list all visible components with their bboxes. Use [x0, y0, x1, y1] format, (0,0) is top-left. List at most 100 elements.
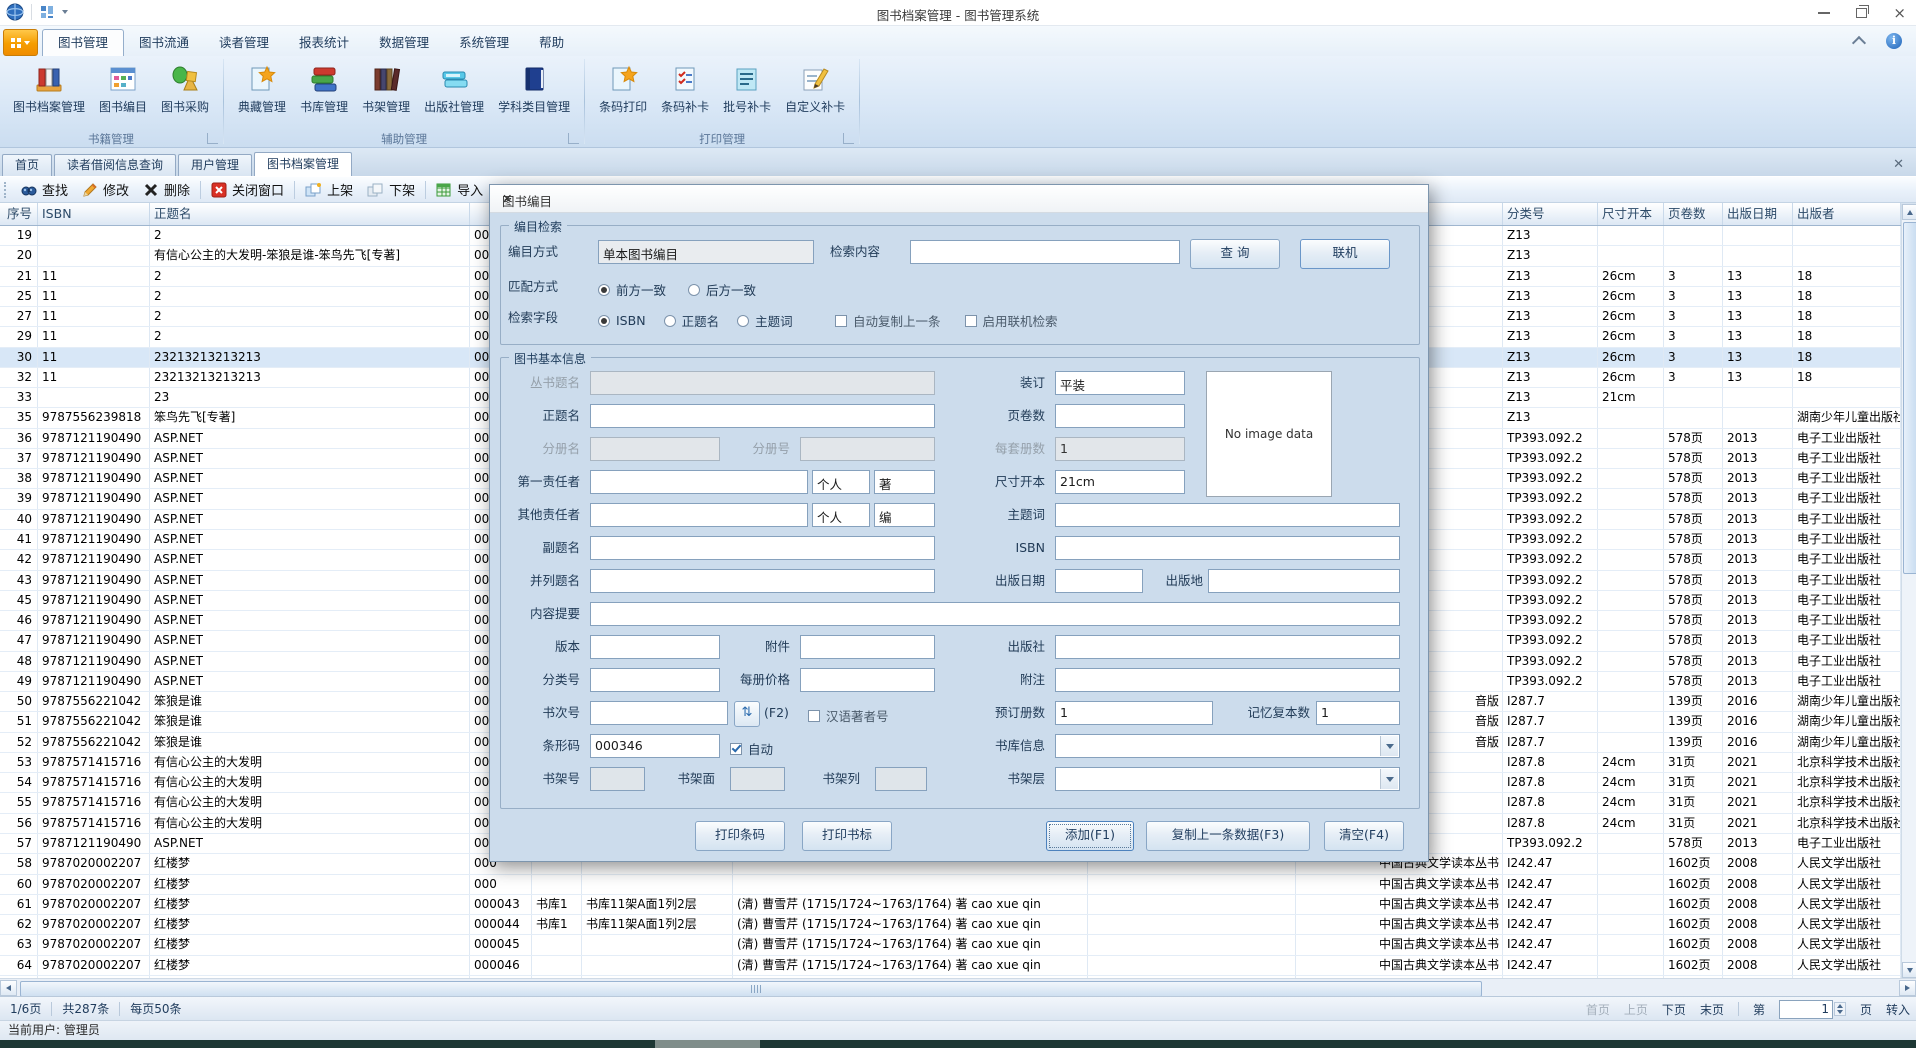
header-cell[interactable]: 尺寸开本 — [1598, 203, 1664, 225]
ribbon-item-subject-category[interactable]: 学科类目管理 — [491, 60, 577, 118]
scroll-up-arrow[interactable] — [1902, 204, 1916, 220]
copy-last-button[interactable]: 复制上一条数据(F3) — [1146, 821, 1310, 851]
checkbox-online-search[interactable] — [964, 314, 977, 327]
header-cell[interactable]: 正题名 — [150, 203, 470, 225]
book-no-input[interactable] — [590, 701, 728, 725]
close-window-button[interactable]: 关闭窗口 — [204, 178, 291, 201]
close-tab-icon[interactable]: ✕ — [1893, 158, 1904, 171]
dropdown-button[interactable] — [1380, 769, 1398, 789]
dropdown-button[interactable] — [1380, 736, 1398, 756]
next-page-button[interactable]: 下页 — [1662, 1001, 1686, 1018]
dialog-launcher-icon[interactable] — [843, 133, 855, 144]
shelf-down-button[interactable]: 下架 — [360, 178, 422, 201]
header-cell[interactable]: ISBN — [38, 203, 150, 225]
ribbon-tab-system[interactable]: 系统管理 — [444, 29, 524, 56]
edit-button[interactable]: 修改 — [75, 178, 136, 201]
info-icon[interactable]: i — [1886, 33, 1902, 49]
ribbon-tab-circulation[interactable]: 图书流通 — [124, 29, 204, 56]
note-input[interactable] — [1055, 668, 1400, 692]
pub-date-input[interactable] — [1055, 569, 1143, 593]
size-select[interactable]: 21cm — [1055, 470, 1185, 494]
table-row[interactable]: 60 9787020002207 红楼梦 000 中国古典文学读本丛书 I242.47 16… — [0, 874, 1901, 895]
ribbon-item-barcode-print[interactable]: 条码打印 — [592, 60, 654, 118]
catalog-mode-select[interactable]: 单本图书编目 — [598, 240, 814, 264]
scrollbar-thumb[interactable] — [1903, 222, 1916, 574]
delete-button[interactable]: 删除 — [136, 178, 197, 201]
ribbon-item-bookshelf[interactable]: 书架管理 — [355, 60, 417, 118]
ribbon-tab-help[interactable]: 帮助 — [524, 29, 579, 56]
header-cell[interactable]: 序号 — [0, 203, 38, 225]
page-number-input[interactable]: 1 — [1778, 999, 1833, 1019]
other-author-input[interactable] — [590, 503, 808, 527]
ribbon-item-barcode-card[interactable]: 条码补卡 — [654, 60, 716, 118]
last-page-button[interactable]: 末页 — [1700, 1001, 1724, 1018]
order-count-input[interactable]: 1 — [1055, 701, 1213, 725]
first-author-input[interactable] — [590, 470, 808, 494]
doc-tab-user-management[interactable]: 用户管理 — [178, 154, 253, 176]
publisher-input[interactable] — [1055, 635, 1400, 659]
ribbon-item-custom-card[interactable]: 自定义补卡 — [778, 60, 852, 118]
pub-place-input[interactable] — [1208, 569, 1400, 593]
first-page-button[interactable]: 首页 — [1586, 1001, 1610, 1018]
header-cell[interactable]: 页卷数 — [1664, 203, 1723, 225]
ribbon-item-book-archive[interactable]: 图书档案管理 — [6, 60, 92, 118]
application-menu-button[interactable] — [3, 29, 38, 56]
minimize-button[interactable] — [1818, 12, 1831, 14]
prev-page-button[interactable]: 上页 — [1624, 1001, 1648, 1018]
shelf-col-select[interactable] — [875, 767, 927, 791]
table-row[interactable]: 61 9787020002207 红楼梦 000043 书库1 书库11架A面1列2层 (清… — [0, 894, 1901, 916]
radio-isbn[interactable] — [598, 314, 610, 327]
print-barcode-button[interactable]: 打印条码 — [695, 821, 785, 851]
ribbon-tab-data[interactable]: 数据管理 — [364, 29, 444, 56]
subtitle-input[interactable] — [590, 536, 935, 560]
scroll-left-arrow[interactable] — [0, 980, 17, 996]
import-button[interactable]: 导入 — [429, 178, 490, 201]
scroll-right-arrow[interactable] — [1899, 980, 1916, 996]
header-cell[interactable]: 出版者 — [1793, 203, 1901, 225]
ribbon-tab-readers[interactable]: 读者管理 — [204, 29, 284, 56]
radio-title[interactable] — [663, 314, 676, 327]
print-label-button[interactable]: 打印书标 — [802, 821, 892, 851]
radio-back-match[interactable] — [688, 283, 701, 296]
class-no-input[interactable] — [590, 668, 720, 692]
ribbon-item-book-purchase[interactable]: 图书采购 — [154, 60, 216, 118]
scrollbar-thumb[interactable] — [20, 981, 1482, 997]
ribbon-item-publisher[interactable]: 出版社管理 — [417, 60, 491, 118]
dialog-close-icon[interactable]: ✕ — [502, 191, 1414, 207]
scroll-down-arrow[interactable] — [1902, 962, 1916, 978]
collapse-ribbon-icon[interactable] — [1851, 35, 1867, 50]
shelf-layer-select[interactable] — [1055, 767, 1400, 791]
restore-button[interactable] — [1856, 5, 1870, 18]
dialog-launcher-icon[interactable] — [568, 133, 580, 144]
doc-tab-book-archive[interactable]: 图书档案管理 — [254, 152, 353, 176]
ribbon-item-collection[interactable]: 典藏管理 — [231, 60, 293, 118]
pages-input[interactable] — [1055, 404, 1185, 428]
table-row[interactable]: 62 9787020002207 红楼梦 000044 书库1 书库11架A面1列2层 (清… — [0, 915, 1901, 936]
ribbon-item-batch-card[interactable]: 批号补卡 — [716, 60, 778, 118]
ribbon-tab-reports[interactable]: 报表统计 — [284, 29, 364, 56]
ribbon-tab-books[interactable]: 图书管理 — [42, 29, 125, 56]
clear-button[interactable]: 清空(F4) — [1324, 821, 1404, 851]
search-content-input[interactable] — [910, 240, 1180, 264]
shelf-no-select[interactable] — [590, 767, 645, 791]
radio-subject[interactable] — [737, 314, 750, 327]
isbn-input[interactable] — [1055, 536, 1400, 560]
header-cell[interactable]: 出版日期 — [1723, 203, 1793, 225]
other-author-type-select[interactable]: 个人 — [812, 503, 870, 527]
header-cell[interactable]: 分类号 — [1503, 203, 1598, 225]
doc-tab-home[interactable]: 首页 — [2, 154, 53, 176]
stock-info-select[interactable] — [1055, 734, 1400, 758]
checkbox-auto[interactable] — [730, 742, 742, 755]
other-author-role-select[interactable]: 编 — [874, 503, 935, 527]
checkbox-chinese-author[interactable] — [808, 709, 820, 722]
book-no-generate-button[interactable]: ⇅ — [734, 701, 760, 727]
first-author-role-select[interactable]: 著 — [874, 470, 935, 494]
shelf-up-button[interactable]: 上架 — [298, 178, 360, 201]
ribbon-item-stockroom[interactable]: 书库管理 — [293, 60, 355, 118]
shelf-face-select[interactable] — [730, 767, 785, 791]
page-spinner[interactable] — [1833, 1002, 1846, 1016]
memory-count-input[interactable]: 1 — [1316, 701, 1400, 725]
parallel-title-input[interactable] — [590, 569, 935, 593]
close-button[interactable]: × — [1893, 5, 1906, 21]
online-button[interactable]: 联机 — [1300, 239, 1390, 269]
